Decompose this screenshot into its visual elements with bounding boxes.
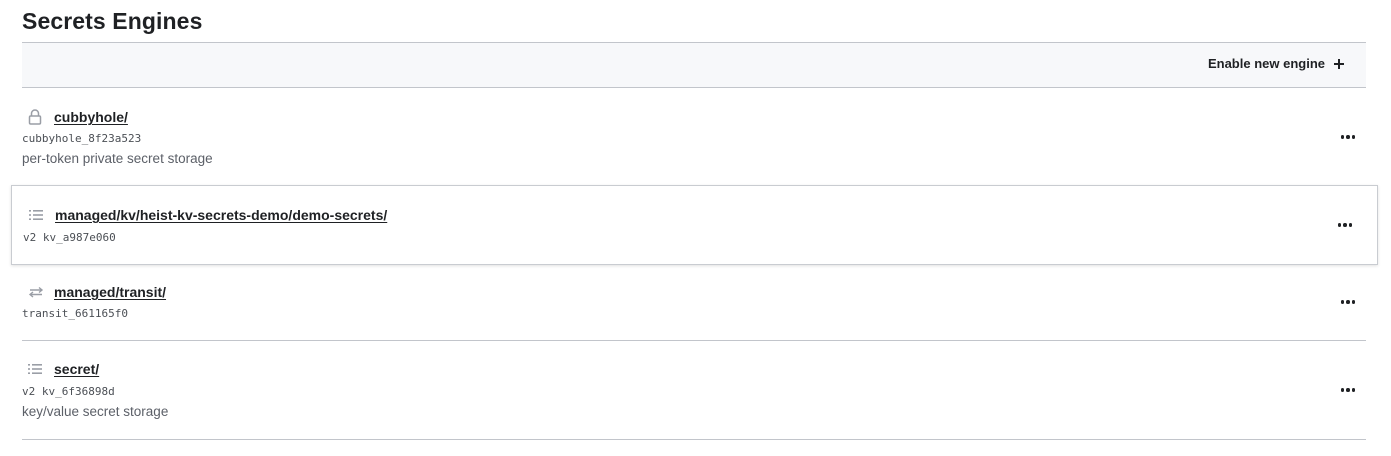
engine-description: key/value secret storage [22,404,169,419]
lock-icon [22,109,50,125]
swap-arrows-icon [22,284,50,300]
engine-accessor: v2 kv_6f36898d [22,385,115,398]
engine-row-managed-transit: managed/transit/ transit_661165f0 [22,265,1366,341]
list-icon [22,361,50,377]
more-dot [1340,300,1345,304]
engine-link-secret[interactable]: secret/ [54,361,99,377]
more-dot [1346,135,1350,139]
more-options-button[interactable] [1338,129,1358,145]
page-title: Secrets Engines [22,8,203,34]
engine-link-cubbyhole[interactable]: cubbyhole/ [54,109,128,125]
engine-row-head: managed/transit/ [22,284,166,300]
more-dot [1343,223,1347,227]
engine-link-managed-kv[interactable]: managed/kv/heist-kv-secrets-demo/demo-se… [55,207,387,223]
list-icon [23,207,51,223]
more-dot [1348,223,1353,227]
plus-icon [1334,58,1344,69]
more-options-button[interactable] [1338,382,1358,398]
more-dot [1351,135,1356,139]
more-dot [1346,300,1350,304]
engine-accessor: cubbyhole_8f23a523 [22,132,142,145]
engine-row-cubbyhole: cubbyhole/ cubbyhole_8f23a523 per-token … [22,88,1366,186]
engine-row-secret: secret/ v2 kv_6f36898d key/value secret … [22,341,1366,440]
more-dot [1351,300,1356,304]
engine-link-managed-transit[interactable]: managed/transit/ [54,284,166,300]
engine-accessor: transit_661165f0 [22,307,128,320]
engine-description: per-token private secret storage [22,151,213,166]
engine-accessor: v2 kv_a987e060 [23,231,116,244]
enable-new-engine-button[interactable]: Enable new engine [1208,56,1344,71]
secrets-engines-page: Secrets Engines Enable new engine cubbyh… [0,0,1391,456]
more-dot [1346,388,1350,392]
enable-new-engine-label: Enable new engine [1207,56,1325,71]
more-dot [1337,223,1342,227]
engine-row-head: secret/ [22,361,99,377]
more-dot [1340,388,1345,392]
more-dot [1340,135,1345,139]
engine-row-managed-kv: managed/kv/heist-kv-secrets-demo/demo-se… [11,185,1378,265]
more-options-button[interactable] [1338,294,1358,310]
more-dot [1351,388,1356,392]
more-options-button[interactable] [1335,217,1355,233]
engine-row-head: managed/kv/heist-kv-secrets-demo/demo-se… [23,207,387,223]
engine-row-head: cubbyhole/ [22,109,128,125]
toolbar: Enable new engine [22,42,1366,88]
